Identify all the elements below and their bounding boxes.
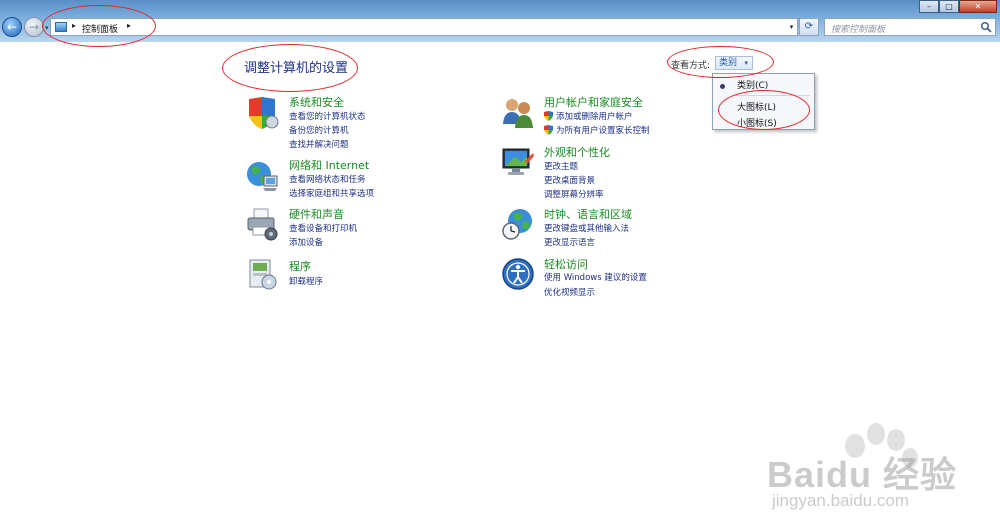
uac-shield-icon [544, 125, 553, 135]
control-panel-icon [55, 22, 67, 32]
address-dropdown-button[interactable]: ▾ [785, 18, 798, 36]
search-box[interactable]: 搜索控制面板 [824, 18, 996, 36]
link-change-theme[interactable]: 更改主题 [544, 160, 578, 172]
search-icon[interactable] [980, 21, 992, 33]
view-by-label: 查看方式: [671, 61, 711, 71]
shield-icon[interactable] [245, 96, 279, 130]
address-bar[interactable]: ▸ 控制面板 ▸ [50, 18, 798, 36]
printer-icon[interactable] [245, 207, 279, 241]
forward-button[interactable]: → [24, 17, 44, 37]
search-input[interactable]: 搜索控制面板 [831, 22, 885, 35]
category-title-system-security[interactable]: 系统和安全 [289, 94, 344, 110]
link-add-remove-accounts[interactable]: 添加或删除用户帐户 [556, 110, 633, 122]
programs-icon[interactable] [245, 257, 279, 291]
window-controls: – □ ✕ [919, 0, 997, 13]
menu-divider [735, 95, 810, 96]
watermark-url: jingyan.baidu.com [772, 491, 910, 510]
link-troubleshoot[interactable]: 查找并解决问题 [289, 138, 349, 150]
recent-pages-button[interactable]: ▾ [45, 24, 49, 32]
link-change-desktop-background[interactable]: 更改桌面背景 [544, 174, 595, 186]
link-view-network-status[interactable]: 查看网络状态和任务 [289, 173, 366, 185]
link-uninstall-program[interactable]: 卸载程序 [289, 275, 323, 287]
category-title-hardware-sound[interactable]: 硬件和声音 [289, 206, 344, 222]
category-title-user-accounts[interactable]: 用户帐户和家庭安全 [544, 94, 643, 110]
chevron-down-icon: ▾ [744, 59, 748, 67]
breadcrumb-chevron-icon[interactable]: ▸ [127, 21, 131, 30]
link-windows-suggested-settings[interactable]: 使用 Windows 建议的设置 [544, 271, 647, 283]
link-add-device[interactable]: 添加设备 [289, 236, 323, 248]
link-devices-printers[interactable]: 查看设备和打印机 [289, 222, 357, 234]
link-homegroup-sharing[interactable]: 选择家庭组和共享选项 [289, 187, 374, 199]
category-title-programs[interactable]: 程序 [289, 258, 311, 274]
menu-item-large-icons[interactable]: 大图标(L) [737, 100, 776, 113]
link-parental-controls[interactable]: 为所有用户设置家长控制 [556, 124, 650, 136]
view-by-value: 类别 [719, 58, 738, 68]
page-title: 调整计算机的设置 [244, 61, 349, 76]
breadcrumb-control-panel[interactable]: 控制面板 [82, 22, 118, 35]
close-button[interactable]: ✕ [959, 0, 997, 13]
clock-globe-icon[interactable] [501, 207, 535, 241]
category-title-network-internet[interactable]: 网络和 Internet [289, 157, 369, 173]
link-change-display-language[interactable]: 更改显示语言 [544, 236, 595, 248]
uac-shield-icon [544, 111, 553, 121]
breadcrumb-chevron-icon[interactable]: ▸ [72, 21, 76, 30]
monitor-icon[interactable] [501, 145, 535, 179]
maximize-button[interactable]: □ [939, 0, 959, 13]
view-by-menu: 类别(C) 大图标(L) 小图标(S) [712, 73, 815, 130]
link-change-input-methods[interactable]: 更改键盘或其他输入法 [544, 222, 629, 234]
menu-item-small-icons[interactable]: 小图标(S) [737, 116, 777, 129]
menu-item-category[interactable]: 类别(C) [737, 78, 768, 91]
link-adjust-resolution[interactable]: 调整屏幕分辨率 [544, 188, 604, 200]
category-title-clock-region[interactable]: 时钟、语言和区域 [544, 206, 632, 222]
view-by-dropdown[interactable]: 类别 ▾ [715, 56, 753, 70]
back-button[interactable]: ← [2, 17, 22, 37]
category-title-appearance[interactable]: 外观和个性化 [544, 144, 610, 160]
link-backup-computer[interactable]: 备份您的计算机 [289, 124, 349, 136]
minimize-button[interactable]: – [919, 0, 939, 13]
link-optimize-visual-display[interactable]: 优化视频显示 [544, 286, 595, 298]
link-view-computer-status[interactable]: 查看您的计算机状态 [289, 110, 366, 122]
ease-of-access-icon[interactable] [501, 257, 535, 291]
selected-radio-icon [720, 84, 725, 89]
refresh-button[interactable]: ⟳ [799, 18, 819, 36]
network-globe-icon[interactable] [245, 158, 279, 192]
users-icon[interactable] [501, 96, 535, 130]
category-title-ease-of-access[interactable]: 轻松访问 [544, 256, 588, 272]
